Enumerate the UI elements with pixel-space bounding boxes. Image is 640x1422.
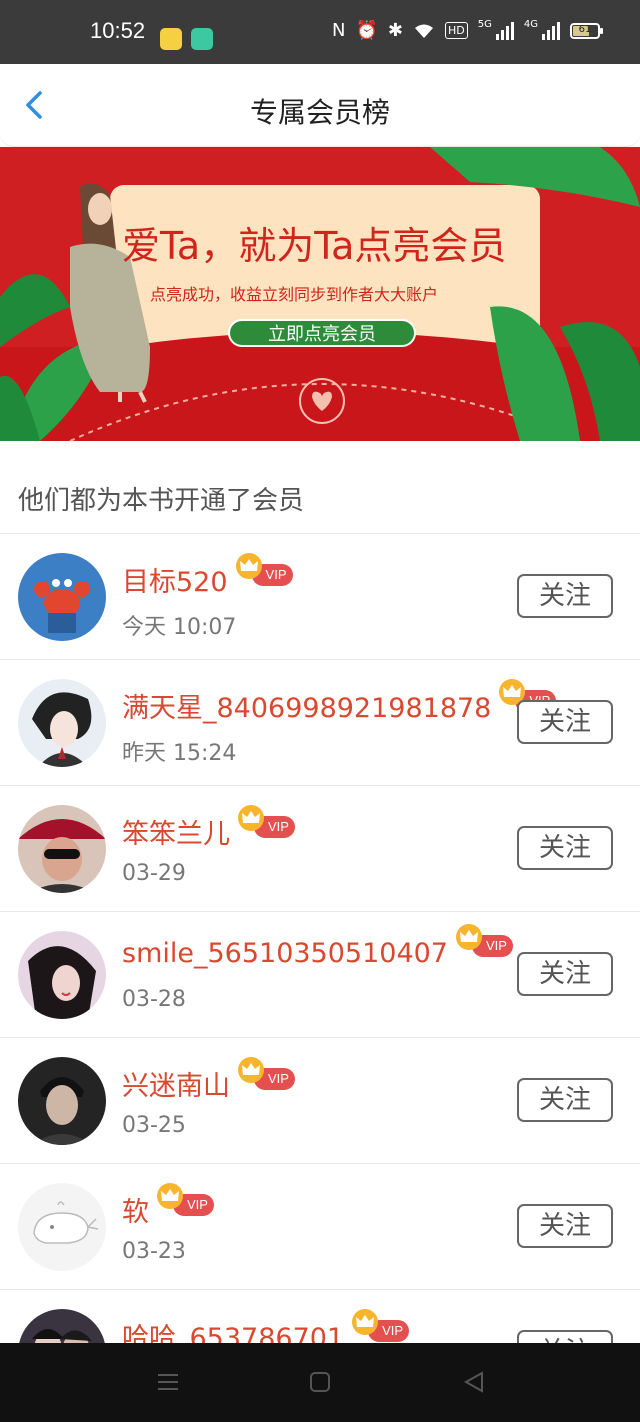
follow-button[interactable]: 关注 bbox=[517, 826, 613, 870]
status-icons: N ⏰ ✱ HD 5G 4G 61 bbox=[332, 19, 603, 41]
member-name[interactable]: 笨笨兰儿 bbox=[122, 819, 230, 850]
banner-cta-button[interactable]: 立即点亮会员 bbox=[228, 319, 416, 347]
member-name-line: 软 VIP bbox=[122, 1183, 214, 1229]
member-name[interactable]: 软 bbox=[122, 1197, 149, 1228]
member-name[interactable]: 兴迷南山 bbox=[122, 1071, 230, 1102]
message-app-icon bbox=[191, 28, 213, 50]
vip-badge: VIP bbox=[157, 1183, 214, 1216]
status-time: 10:52 bbox=[90, 18, 146, 43]
crown-icon bbox=[455, 924, 482, 950]
member-name[interactable]: 满天星_8406998921981878 bbox=[122, 693, 491, 724]
crown-icon bbox=[157, 1183, 183, 1209]
hd-icon: HD bbox=[445, 22, 468, 39]
crown-icon bbox=[238, 805, 264, 831]
member-name-line: 目标520 VIP bbox=[122, 553, 293, 599]
vip-badge: VIP bbox=[455, 924, 513, 957]
avatar[interactable] bbox=[18, 1183, 106, 1271]
vip-badge: VIP bbox=[235, 553, 293, 586]
alarm-icon: ⏰ bbox=[355, 20, 378, 41]
follow-button[interactable]: 关注 bbox=[517, 952, 613, 996]
member-time: 03-28 bbox=[122, 987, 186, 1012]
member-name-line: smile_56510350510407 VIP bbox=[122, 924, 513, 969]
vip-badge: VIP bbox=[238, 805, 295, 838]
vip-badge: VIP bbox=[352, 1309, 410, 1342]
member-row[interactable]: 兴迷南山 VIP 03-25 关注 bbox=[0, 1038, 640, 1164]
member-name[interactable]: 目标520 bbox=[122, 567, 228, 598]
back-nav-icon[interactable] bbox=[462, 1371, 484, 1393]
nav-bar: 专属会员榜 bbox=[0, 64, 640, 147]
member-time: 03-23 bbox=[122, 1239, 186, 1264]
battery-icon: 61 bbox=[570, 22, 603, 39]
follow-button[interactable]: 关注 bbox=[517, 1078, 613, 1122]
vip-badge: VIP bbox=[238, 1057, 295, 1090]
system-nav-bar bbox=[0, 1343, 640, 1422]
member-name[interactable]: smile_56510350510407 bbox=[122, 938, 448, 969]
nfc-icon: N bbox=[332, 20, 346, 41]
member-row[interactable]: smile_56510350510407 VIP 03-28 关注 bbox=[0, 912, 640, 1038]
member-row[interactable]: 目标520 VIP 今天 10:07 关注 bbox=[0, 534, 640, 660]
crown-icon bbox=[238, 1057, 264, 1083]
follow-button[interactable]: 关注 bbox=[517, 1204, 613, 1248]
banner-headline: 爱Ta，就为Ta点亮会员 bbox=[122, 224, 507, 268]
member-time: 03-25 bbox=[122, 1113, 186, 1138]
page-title: 专属会员榜 bbox=[249, 96, 390, 129]
member-time: 今天 10:07 bbox=[122, 615, 237, 640]
5g-label: 5G bbox=[477, 19, 492, 30]
follow-button[interactable]: 关注 bbox=[517, 574, 613, 618]
section-title: 他们都为本书开通了会员 bbox=[18, 486, 305, 516]
wifi-icon bbox=[415, 24, 433, 38]
avatar[interactable] bbox=[18, 1057, 106, 1145]
menu-icon[interactable] bbox=[156, 1371, 180, 1393]
weibo-app-icon bbox=[160, 28, 182, 50]
member-row[interactable]: 笨笨兰儿 VIP 03-29 关注 bbox=[0, 786, 640, 912]
avatar[interactable] bbox=[18, 679, 106, 767]
crown-icon bbox=[352, 1309, 379, 1335]
member-row[interactable]: 软 VIP 03-23 关注 bbox=[0, 1164, 640, 1290]
banner-subline: 点亮成功，收益立刻同步到作者大大账户 bbox=[150, 285, 439, 304]
member-time: 03-29 bbox=[122, 861, 186, 886]
follow-button[interactable]: 关注 bbox=[517, 700, 613, 744]
4g-label: 4G bbox=[523, 19, 538, 30]
member-list: 目标520VIP今天 10:07关注满天星_8406998921981878VI… bbox=[0, 534, 640, 1416]
avatar[interactable] bbox=[18, 805, 106, 893]
member-name-line: 兴迷南山 VIP bbox=[122, 1057, 295, 1103]
status-bar: 10:52 N ⏰ ✱ HD 5G 4G 61 bbox=[0, 0, 640, 64]
member-name-line: 满天星_8406998921981878VIP bbox=[122, 679, 557, 725]
home-icon[interactable] bbox=[309, 1371, 331, 1393]
member-row[interactable]: 满天星_8406998921981878VIP 昨天 15:24 关注 bbox=[0, 660, 640, 786]
avatar[interactable] bbox=[18, 931, 106, 1019]
promo-banner[interactable]: 爱Ta，就为Ta点亮会员 点亮成功，收益立刻同步到作者大大账户 立即点亮会员 bbox=[0, 147, 640, 441]
avatar[interactable] bbox=[18, 553, 106, 641]
crown-icon bbox=[235, 553, 262, 579]
signal-4g-icon bbox=[542, 21, 560, 40]
battery-level: 61 bbox=[578, 23, 592, 35]
signal-5g-icon bbox=[495, 21, 514, 40]
member-time: 昨天 15:24 bbox=[122, 741, 237, 766]
bluetooth-icon: ✱ bbox=[387, 20, 403, 41]
member-name-line: 笨笨兰儿 VIP bbox=[122, 805, 295, 851]
